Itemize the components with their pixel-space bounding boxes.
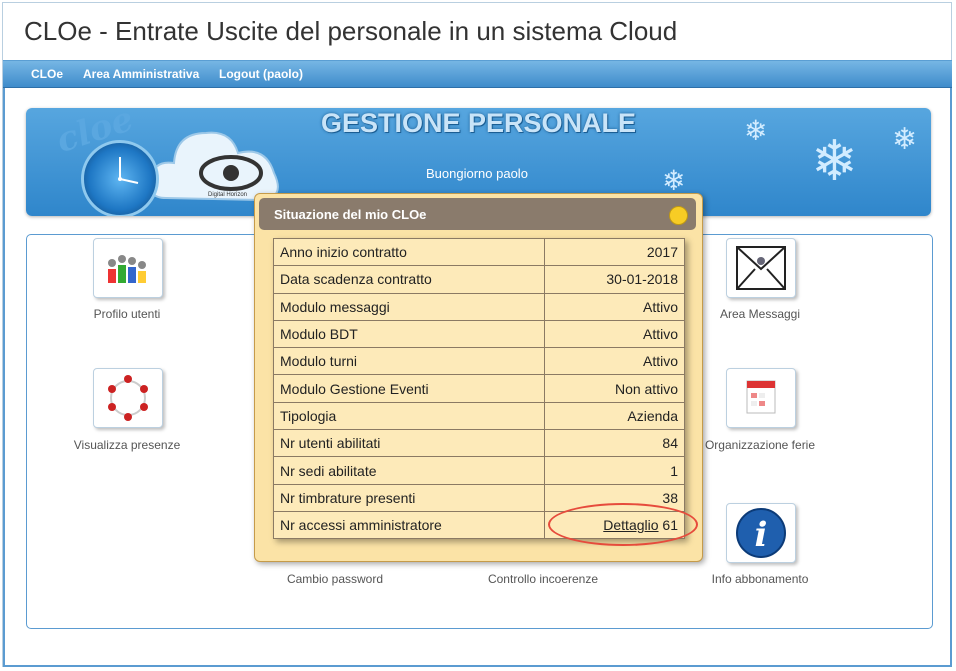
info-abbonamento-tile[interactable]: i [726, 503, 796, 563]
clock-caption: Digital Horizon [208, 192, 247, 198]
page-title: CLOe - Entrate Uscite del personale in u… [24, 16, 678, 46]
users-group-icon [108, 255, 146, 283]
dialog-header: Situazione del mio CLOe [259, 198, 696, 230]
snowflake-icon: ❄ [744, 115, 768, 146]
calendar-icon [746, 380, 776, 414]
table-row: Tipologia Azienda [273, 401, 685, 431]
table-row: Modulo BDT Attivo [273, 319, 685, 349]
profilo-utenti-tile[interactable] [93, 238, 163, 298]
highlight-circle [548, 503, 698, 546]
top-nav: CLOe Area Amministrativa Logout (paolo) [3, 60, 952, 88]
controllo-incoerenze-label[interactable]: Controllo incoerenze [473, 572, 613, 587]
cambio-password-label[interactable]: Cambio password [265, 572, 405, 587]
visualizza-presenze-tile[interactable] [93, 368, 163, 428]
greeting-text: Buongiorno paolo [426, 166, 528, 181]
status-table: Anno inizio contratto 2017 Data scadenza … [273, 237, 685, 540]
info-icon: i [736, 508, 786, 558]
area-messaggi-label: Area Messaggi [719, 307, 801, 321]
table-row: Nr sedi abilitate 1 [273, 456, 685, 485]
envelope-icon [736, 246, 786, 290]
snowflake-icon: ❄ [892, 123, 918, 156]
table-row: Data scadenza contratto 30-01-2018 [273, 265, 685, 294]
table-row: Nr utenti abilitati 84 [273, 429, 685, 458]
area-messaggi-tile[interactable] [726, 238, 796, 298]
dialog-title: Situazione del mio CLOe [274, 207, 427, 222]
nav-area-amministrativa[interactable]: Area Amministrativa [83, 67, 199, 81]
organizzazione-ferie-tile[interactable] [726, 368, 796, 428]
nav-logout[interactable]: Logout (paolo) [219, 67, 303, 81]
table-row: Modulo messaggi Attivo [273, 292, 685, 321]
snowflake-icon: ❄ [811, 129, 858, 192]
people-circle-icon [108, 375, 148, 421]
visualizza-presenze-label: Visualizza presenze [73, 438, 181, 452]
info-abbonamento-label: Info abbonamento [711, 572, 809, 586]
svg-text:i: i [755, 515, 768, 555]
profilo-utenti-label: Profilo utenti [93, 307, 161, 321]
nav-cloe[interactable]: CLOe [31, 67, 63, 81]
table-row: Modulo Gestione Eventi Non attivo [273, 374, 685, 403]
close-icon[interactable] [669, 206, 688, 225]
banner-title: GESTIONE PERSONALE [320, 108, 637, 138]
organizzazione-ferie-label: Organizzazione ferie [704, 438, 816, 452]
table-row: Anno inizio contratto 2017 [273, 237, 685, 267]
table-row: Modulo turni Attivo [273, 347, 685, 376]
